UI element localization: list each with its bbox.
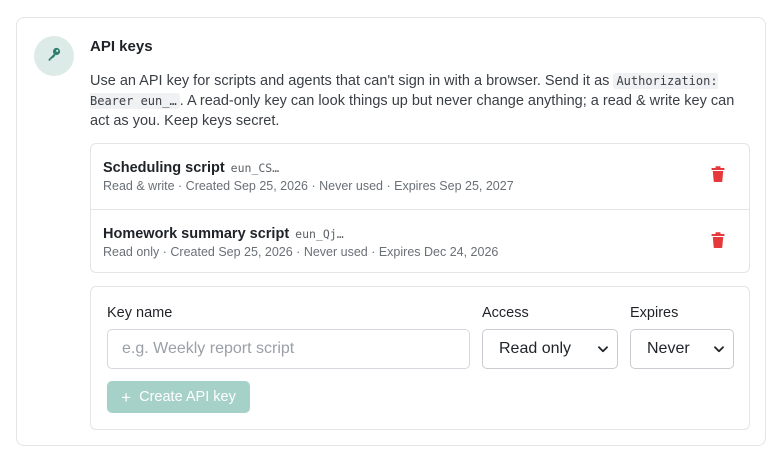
key-meta: Read only · Created Sep 25, 2026 · Never… xyxy=(103,245,499,259)
trash-icon xyxy=(711,165,725,187)
expires-select-value: Never xyxy=(647,340,690,357)
access-select-value: Read only xyxy=(499,340,572,357)
api-key-row: Homework summary script eun_Qj… Read onl… xyxy=(91,209,749,272)
api-key-row: Scheduling script eun_CS… Read & write ·… xyxy=(91,144,749,209)
create-api-key-label: Create API key xyxy=(139,389,236,405)
key-prefix: eun_CS… xyxy=(230,161,280,175)
key-name: Scheduling script xyxy=(103,160,225,176)
access-select[interactable]: Read only xyxy=(482,329,618,369)
key-badge xyxy=(34,36,74,76)
access-label: Access xyxy=(482,305,529,321)
key-name-label: Key name xyxy=(107,305,173,321)
expires-select[interactable]: Never xyxy=(630,329,734,369)
section-description: Use an API key for scripts and agents th… xyxy=(90,71,750,131)
expires-label: Expires xyxy=(630,305,679,321)
create-api-key-button[interactable]: + Create API key xyxy=(107,381,250,413)
delete-key-button[interactable] xyxy=(709,231,727,253)
key-meta: Read & write · Created Sep 25, 2026 · Ne… xyxy=(103,179,514,193)
description-text: Use an API key for scripts and agents th… xyxy=(90,73,614,89)
api-keys-card: API keys Use an API key for scripts and … xyxy=(16,17,766,446)
api-key-list: Scheduling script eun_CS… Read & write ·… xyxy=(90,143,750,273)
create-key-form: Key name Access Read only Expires Never … xyxy=(90,286,750,430)
key-name: Homework summary script xyxy=(103,226,290,242)
chevron-down-icon xyxy=(714,340,724,358)
section-title: API keys xyxy=(90,38,153,55)
trash-icon xyxy=(711,231,725,253)
key-name-input[interactable] xyxy=(107,329,470,369)
plus-icon: + xyxy=(121,387,132,407)
delete-key-button[interactable] xyxy=(709,165,727,187)
key-icon xyxy=(46,46,62,67)
chevron-down-icon xyxy=(598,340,608,358)
description-text-end: . A read-only key can look things up but… xyxy=(90,93,735,129)
key-prefix: eun_Qj… xyxy=(295,227,344,241)
